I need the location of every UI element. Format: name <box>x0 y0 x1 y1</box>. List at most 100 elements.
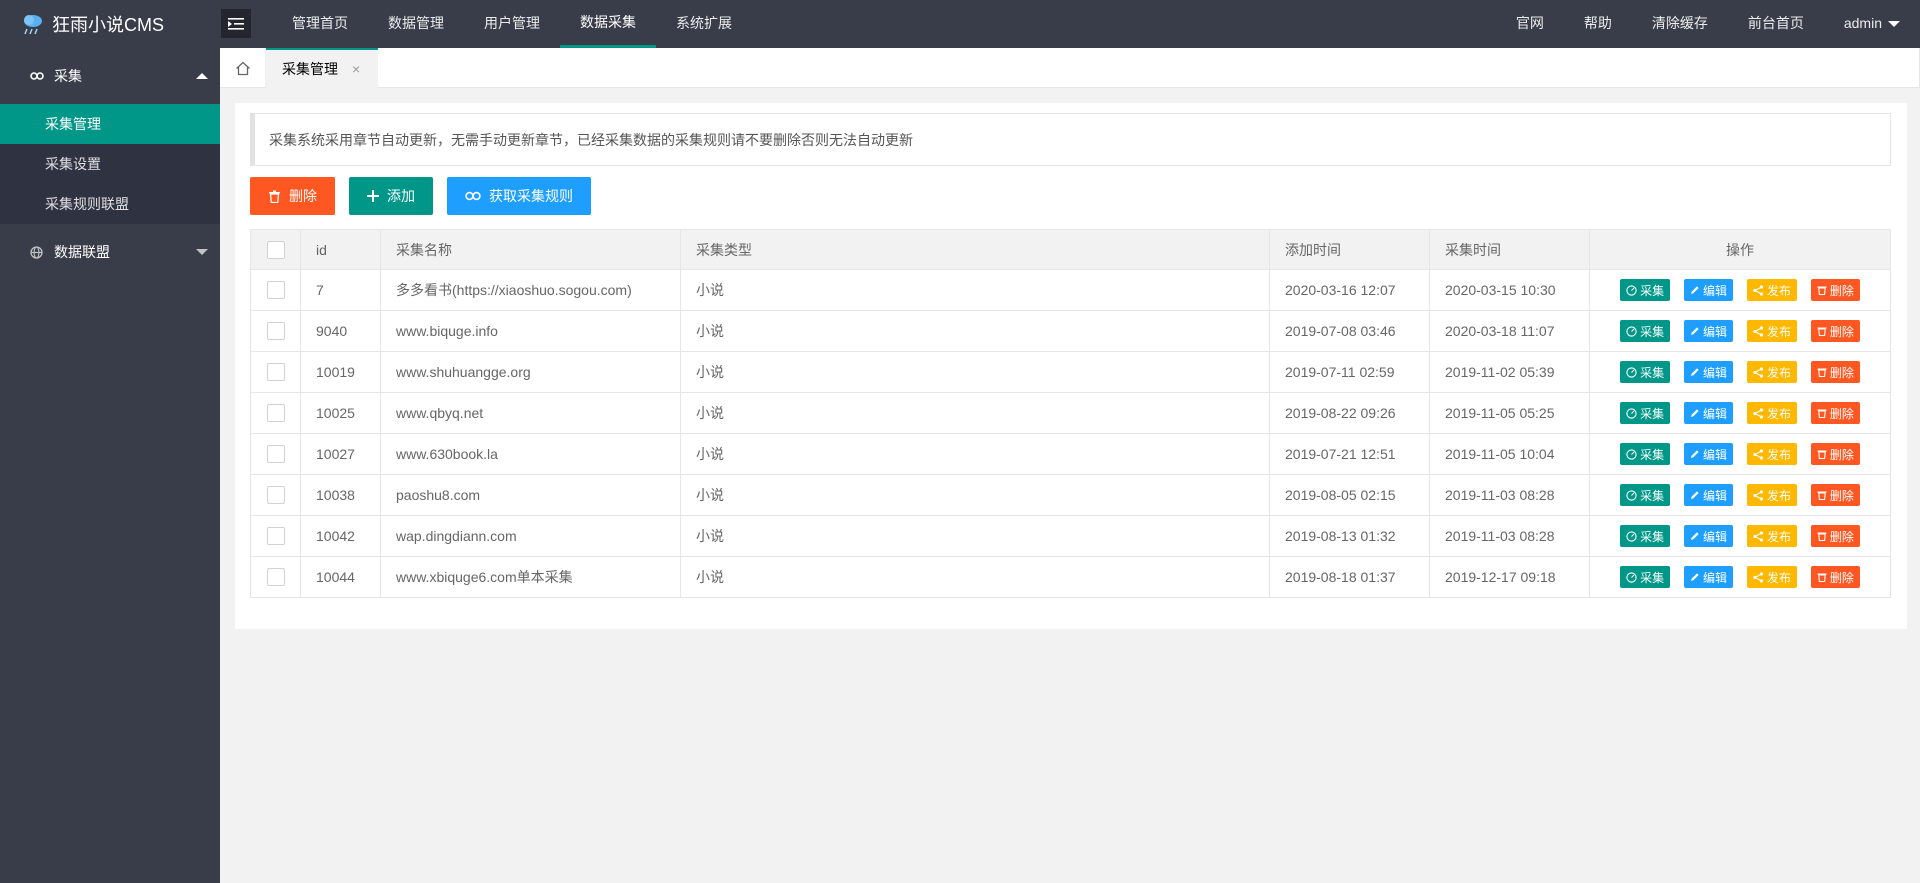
edit-button[interactable]: 编辑 <box>1684 320 1734 342</box>
sidebar-item-rule-union[interactable]: 采集规则联盟 <box>0 184 220 224</box>
button-label: 删除 <box>289 188 317 204</box>
button-label: 发布 <box>1766 406 1791 421</box>
sidebar-toggle-button[interactable] <box>221 9 251 38</box>
button-label: 删除 <box>1829 529 1854 544</box>
sidebar-group-data-union[interactable]: 数据联盟 <box>0 224 220 280</box>
home-tab[interactable] <box>220 48 266 88</box>
edit-button[interactable]: 编辑 <box>1684 361 1734 383</box>
button-label: 编辑 <box>1703 365 1728 380</box>
cell-name: 多多看书(https://xiaoshuo.sogou.com) <box>380 269 681 311</box>
publish-button[interactable]: 发布 <box>1746 361 1797 383</box>
delete-button[interactable]: 删除 <box>1810 361 1860 383</box>
logo[interactable]: 狂雨小说CMS <box>20 0 220 48</box>
topnav-item-users[interactable]: 用户管理 <box>464 0 560 48</box>
cell-id: 10027 <box>300 433 381 475</box>
dashboard-icon <box>1626 530 1637 542</box>
rightnav-item-official[interactable]: 官网 <box>1496 0 1564 48</box>
batch-delete-button[interactable]: 删除 <box>250 177 335 215</box>
sidebar-item-collect-manage[interactable]: 采集管理 <box>0 104 220 144</box>
publish-button[interactable]: 发布 <box>1746 402 1797 424</box>
table-row: 9040 www.biquge.info 小说 2019-07-08 03:46… <box>250 310 1891 352</box>
delete-button[interactable]: 删除 <box>1810 525 1860 547</box>
edit-button[interactable]: 编辑 <box>1684 279 1734 301</box>
row-checkbox[interactable] <box>266 281 285 300</box>
sidebar-group-collect[interactable]: 采集 <box>0 48 220 104</box>
notice-box: 采集系统采用章节自动更新，无需手动更新章节，已经采集数据的采集规则请不要删除否则… <box>250 113 1891 166</box>
sidebar-item-collect-settings[interactable]: 采集设置 <box>0 144 220 184</box>
fetch-rules-button[interactable]: 获取采集规则 <box>447 177 591 215</box>
row-checkbox[interactable] <box>266 568 285 587</box>
row-check-cell <box>250 392 301 434</box>
row-checkbox[interactable] <box>266 486 285 505</box>
button-label: 删除 <box>1829 324 1854 339</box>
rightnav-item-help[interactable]: 帮助 <box>1564 0 1632 48</box>
topnav-item-collect[interactable]: 数据采集 <box>560 0 656 48</box>
edit-button[interactable]: 编辑 <box>1684 443 1734 465</box>
add-button[interactable]: 添加 <box>349 177 433 215</box>
link-icon <box>465 191 481 201</box>
publish-button[interactable]: 发布 <box>1746 320 1797 342</box>
row-checkbox[interactable] <box>266 404 285 423</box>
link-icon <box>30 71 44 81</box>
topnav-item-data[interactable]: 数据管理 <box>368 0 464 48</box>
row-check-cell <box>250 269 301 311</box>
row-checkbox[interactable] <box>266 363 285 382</box>
row-checkbox[interactable] <box>266 527 285 546</box>
user-menu[interactable]: admin <box>1824 0 1920 48</box>
collect-button[interactable]: 采集 <box>1620 279 1671 301</box>
delete-button[interactable]: 删除 <box>1810 566 1860 588</box>
cell-type: 小说 <box>680 515 1270 557</box>
cell-collected: 2020-03-15 10:30 <box>1429 269 1590 311</box>
collect-button[interactable]: 采集 <box>1620 443 1671 465</box>
globe-icon <box>30 245 44 259</box>
collect-button[interactable]: 采集 <box>1620 525 1671 547</box>
trash-icon <box>1817 368 1827 377</box>
topnav-item-home[interactable]: 管理首页 <box>272 0 368 48</box>
cell-name: www.biquge.info <box>380 310 681 352</box>
rightnav-item-clear-cache[interactable]: 清除缓存 <box>1632 0 1728 48</box>
delete-button[interactable]: 删除 <box>1810 402 1860 424</box>
publish-button[interactable]: 发布 <box>1746 443 1797 465</box>
topnav-item-extend[interactable]: 系统扩展 <box>656 0 752 48</box>
collect-button[interactable]: 采集 <box>1620 320 1671 342</box>
row-checkbox[interactable] <box>266 445 285 464</box>
publish-button[interactable]: 发布 <box>1746 525 1797 547</box>
cell-name: www.qbyq.net <box>380 392 681 434</box>
user-name: admin <box>1843 15 1882 31</box>
rightnav-item-frontend[interactable]: 前台首页 <box>1728 0 1824 48</box>
collect-button[interactable]: 采集 <box>1620 484 1671 506</box>
edit-button[interactable]: 编辑 <box>1684 566 1734 588</box>
delete-button[interactable]: 删除 <box>1810 443 1860 465</box>
publish-button[interactable]: 发布 <box>1746 279 1797 301</box>
collect-button[interactable]: 采集 <box>1620 566 1671 588</box>
cell-type: 小说 <box>680 433 1270 475</box>
share-icon <box>1753 489 1764 501</box>
row-checkbox[interactable] <box>266 322 285 341</box>
cell-collected: 2019-11-05 10:04 <box>1429 433 1590 475</box>
sidebar-group-label: 数据联盟 <box>54 244 110 260</box>
select-all-checkbox[interactable] <box>266 240 285 259</box>
edit-button[interactable]: 编辑 <box>1684 525 1734 547</box>
cell-added: 2019-07-08 03:46 <box>1269 310 1430 352</box>
cell-collected: 2019-11-03 08:28 <box>1429 515 1590 557</box>
cell-id: 9040 <box>300 310 381 352</box>
dashboard-icon <box>1626 284 1637 296</box>
delete-button[interactable]: 删除 <box>1810 484 1860 506</box>
delete-button[interactable]: 删除 <box>1810 279 1860 301</box>
button-label: 删除 <box>1829 570 1854 585</box>
right-navigation: 官网 帮助 清除缓存 前台首页 admin <box>1496 0 1920 48</box>
share-icon <box>1753 366 1764 378</box>
cell-type: 小说 <box>680 392 1270 434</box>
tab-collect-manage[interactable]: 采集管理 × <box>266 48 379 88</box>
collect-button[interactable]: 采集 <box>1620 402 1671 424</box>
publish-button[interactable]: 发布 <box>1746 566 1797 588</box>
delete-button[interactable]: 删除 <box>1810 320 1860 342</box>
cell-added: 2019-08-22 09:26 <box>1269 392 1430 434</box>
cell-collected: 2019-11-02 05:39 <box>1429 351 1590 393</box>
edit-button[interactable]: 编辑 <box>1684 402 1734 424</box>
publish-button[interactable]: 发布 <box>1746 484 1797 506</box>
collect-button[interactable]: 采集 <box>1620 361 1671 383</box>
trash-icon <box>1817 573 1827 582</box>
close-icon[interactable]: × <box>352 61 360 77</box>
edit-button[interactable]: 编辑 <box>1684 484 1734 506</box>
